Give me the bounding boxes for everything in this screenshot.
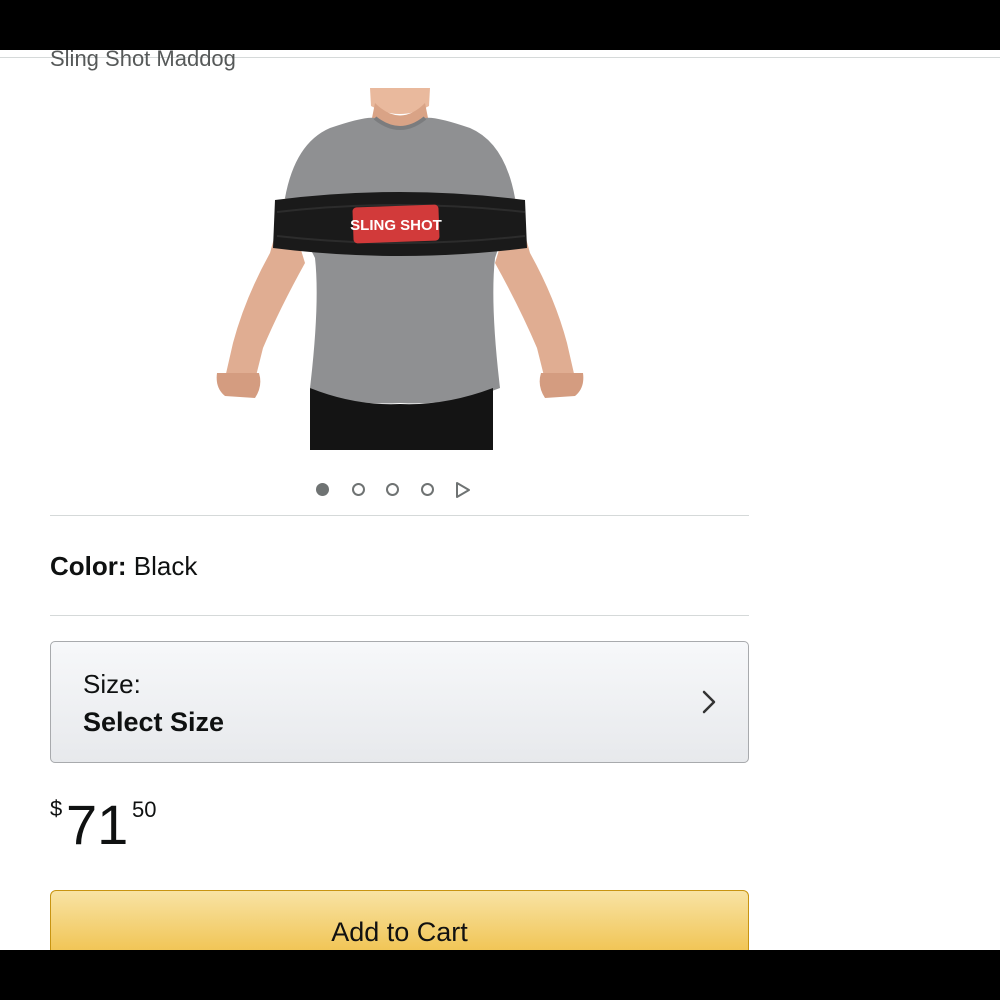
product-page: Sling Shot Maddog SLING SHOT Color: Blac…: [0, 50, 1000, 950]
price: $ 71 50: [50, 795, 350, 855]
product-logo: SLING SHOT: [350, 217, 442, 234]
brand-link[interactable]: Sling Shot Maddog: [50, 50, 236, 73]
carousel-dot[interactable]: [421, 483, 434, 496]
play-triangle-icon[interactable]: [455, 481, 471, 499]
size-selector[interactable]: Size: Select Size: [50, 641, 749, 763]
price-fraction: 50: [132, 797, 157, 822]
image-carousel-indicator: [316, 481, 476, 501]
chevron-right-icon: [702, 690, 716, 714]
carousel-dot[interactable]: [316, 483, 329, 496]
product-image[interactable]: SLING SHOT: [215, 88, 585, 450]
color-row: Color: Black: [50, 550, 197, 582]
color-value: Black: [133, 551, 198, 581]
divider: [50, 515, 749, 516]
size-value: Select Size: [83, 707, 225, 737]
price-currency: $: [50, 796, 63, 821]
size-label: Size:: [83, 669, 141, 699]
color-label: Color:: [50, 551, 127, 581]
price-whole: 71: [66, 793, 129, 856]
add-to-cart-button[interactable]: Add to Cart: [50, 890, 749, 950]
carousel-dot[interactable]: [352, 483, 365, 496]
divider: [50, 615, 749, 616]
carousel-dot[interactable]: [386, 483, 399, 496]
